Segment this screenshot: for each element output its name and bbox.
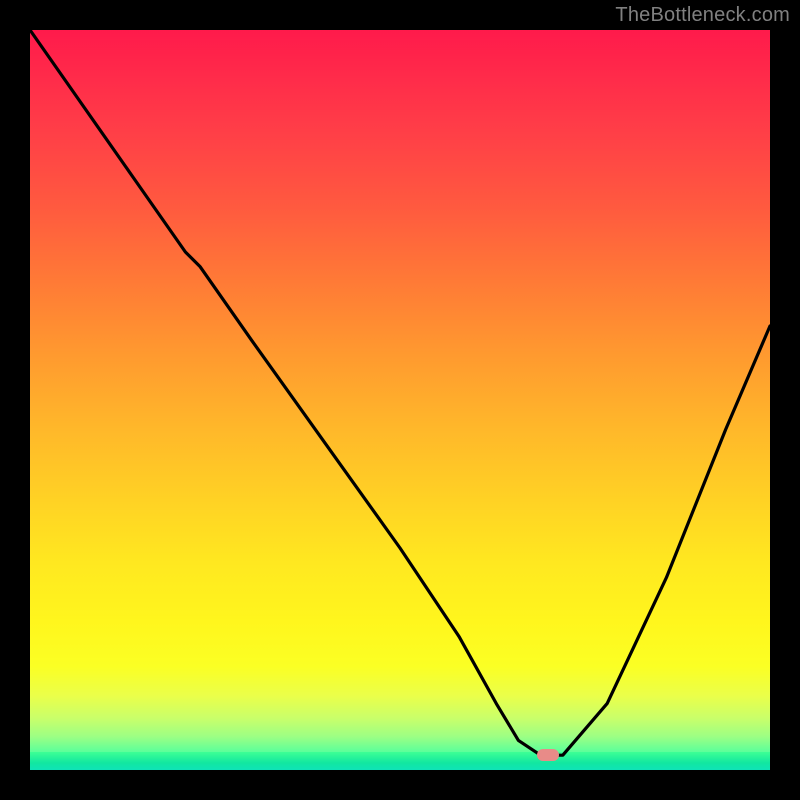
plot-area xyxy=(30,30,770,770)
chart-frame: TheBottleneck.com xyxy=(0,0,800,800)
curve-svg xyxy=(30,30,770,770)
minimum-marker xyxy=(537,749,559,761)
watermark-text: TheBottleneck.com xyxy=(615,4,790,27)
curve-path xyxy=(30,30,770,755)
